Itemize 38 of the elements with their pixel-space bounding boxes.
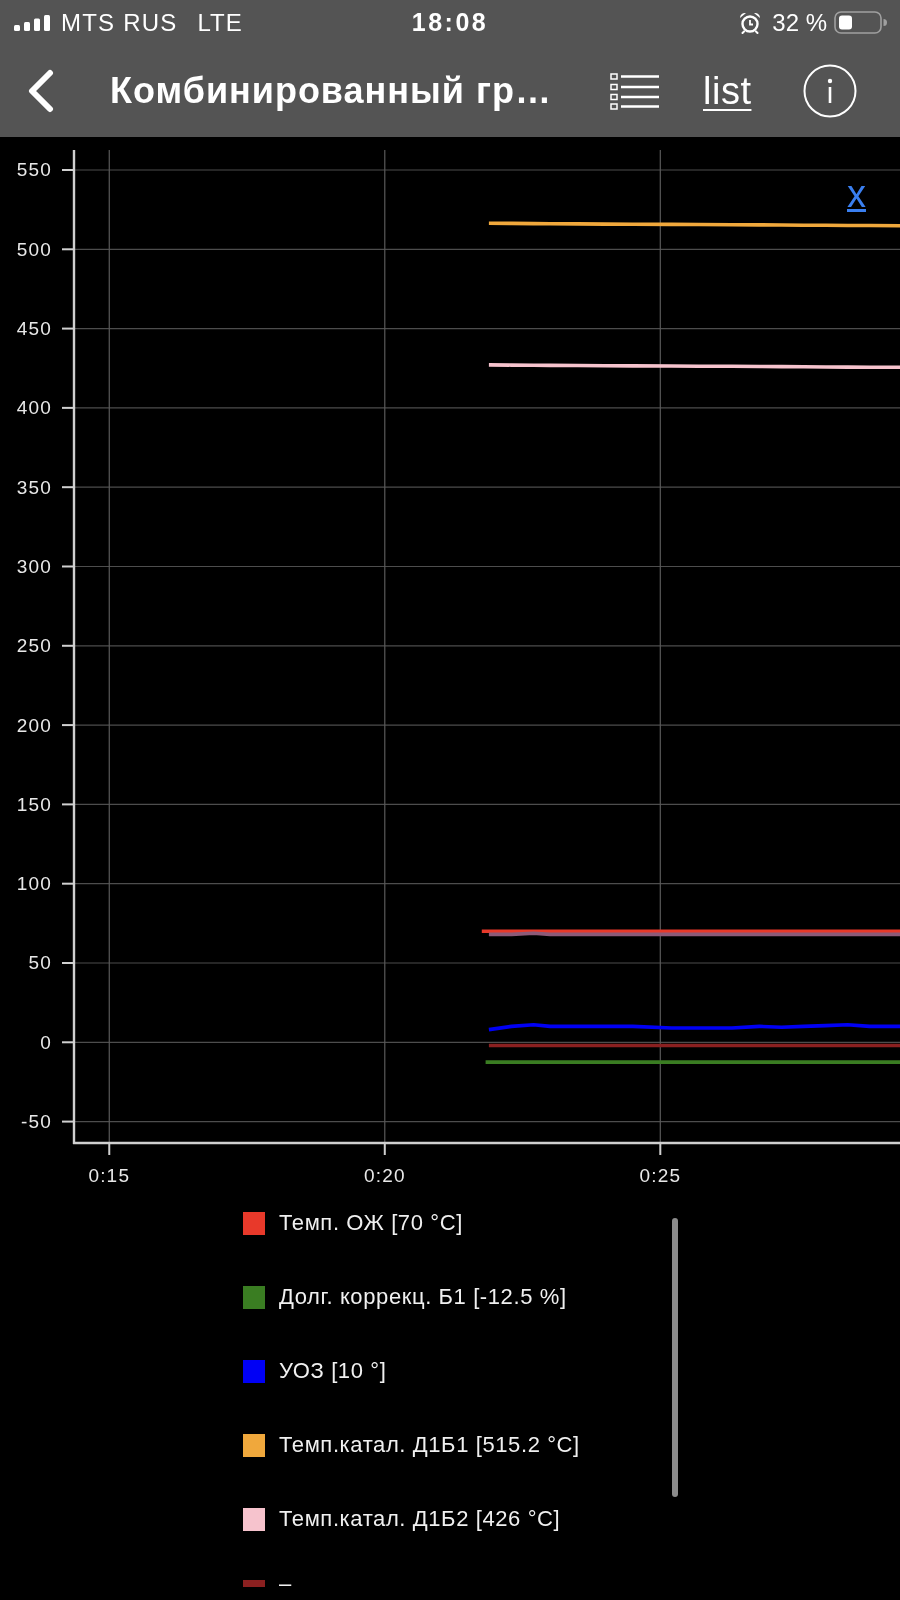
legend-label: УОЗ [10 °] (279, 1360, 387, 1382)
legend-label: Темп.катал. Д1Б2 [426 °C] (279, 1508, 561, 1530)
clock-time: 18:08 (411, 10, 489, 35)
y-tick-label: 400 (16, 397, 52, 419)
x-tick-label: 0:20 (363, 1164, 406, 1186)
y-tick-label: 300 (16, 556, 52, 577)
battery-icon (834, 11, 887, 34)
y-tick-label: 350 (16, 476, 52, 498)
back-button[interactable] (27, 69, 55, 113)
legend-label: Темп. ОЖ [70 °C] (279, 1212, 463, 1234)
checklist-icon (610, 72, 660, 110)
legend-label: Долг. коррекц. Б1 [-12.5 %] (279, 1286, 567, 1308)
battery-percent: 32 % (772, 10, 827, 35)
alarm-clock-icon (739, 11, 762, 34)
y-tick-label: 450 (16, 318, 52, 340)
x-tick-label: 0:15 (88, 1164, 131, 1186)
close-link[interactable]: x (847, 175, 866, 213)
signal-icon (14, 14, 50, 31)
info-icon (803, 64, 857, 118)
chevron-left-icon (27, 69, 55, 113)
legend-label: Темп.катал. Д1Б1 [515.2 °C] (279, 1434, 580, 1456)
y-tick-label: 150 (16, 793, 52, 815)
legend-label: – (279, 1580, 292, 1588)
y-tick-label: 100 (16, 873, 52, 895)
network-type: LTE (197, 10, 243, 35)
y-tick-label: 250 (16, 635, 52, 657)
y-tick-label: 550 (16, 159, 52, 181)
list-link[interactable]: list (703, 72, 752, 110)
y-tick-label: -50 (20, 1111, 52, 1133)
y-tick-label: 50 (28, 952, 52, 974)
y-tick-label: 0 (40, 1031, 52, 1053)
list-view-button[interactable] (610, 72, 660, 110)
y-tick-label: 200 (16, 714, 52, 736)
info-button[interactable] (803, 64, 857, 118)
x-tick-label: 0:25 (639, 1164, 682, 1186)
screen-title: Комбинированный гр… (110, 73, 552, 109)
y-tick-label: 500 (16, 238, 52, 260)
carrier-name: MTS RUS (61, 10, 178, 35)
